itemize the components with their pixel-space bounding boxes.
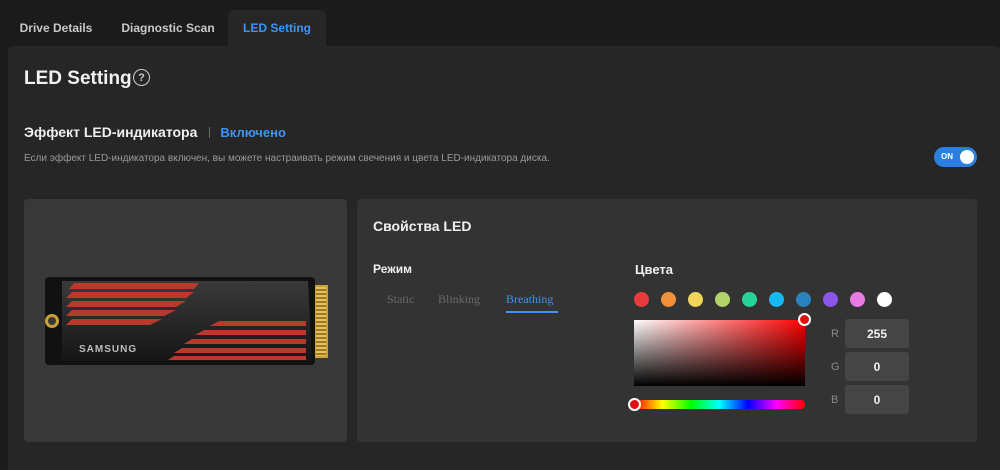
color-swatch[interactable] [661,292,676,307]
mode-title: Режим [373,262,412,276]
color-swatch[interactable] [769,292,784,307]
led-effect-toggle[interactable]: ON [934,147,977,167]
color-swatch[interactable] [688,292,703,307]
ssd-image: SAMSUNG [45,277,328,365]
led-effect-row: Эффект LED-индикатора Включено [24,124,286,140]
hue-slider[interactable] [634,400,805,409]
tab-drive-details[interactable]: Drive Details [10,10,102,46]
color-swatch[interactable] [715,292,730,307]
b-label: B [831,394,839,406]
color-swatch[interactable] [877,292,892,307]
help-icon[interactable]: ? [133,69,150,86]
tab-led-setting[interactable]: LED Setting [228,10,326,46]
mode-blinking[interactable]: Blinking [438,292,480,307]
toggle-knob [960,150,974,164]
led-effect-description: Если эффект LED-индикатора включен, вы м… [24,153,550,164]
led-properties-title: Свойства LED [373,218,472,234]
ssd-connector-pins [316,287,326,356]
colors-title: Цвета [635,262,673,277]
ssd-image-card: SAMSUNG [24,199,347,442]
r-input[interactable]: 255 [845,319,909,348]
divider [209,126,211,138]
mode-selected-indicator [506,311,558,313]
color-swatch[interactable] [823,292,838,307]
b-input[interactable]: 0 [845,385,909,414]
r-label: R [831,328,839,340]
g-input[interactable]: 0 [845,352,909,381]
led-effect-status: Включено [220,124,286,140]
color-swatch[interactable] [742,292,757,307]
page-title: LED Setting [24,68,132,89]
mode-static[interactable]: Static [387,292,414,307]
color-picker-area[interactable] [634,320,805,386]
mode-breathing[interactable]: Breathing [506,292,553,307]
color-swatch[interactable] [850,292,865,307]
led-effect-label: Эффект LED-индикатора [24,124,198,140]
color-picker-handle[interactable] [798,313,811,326]
hue-slider-handle[interactable] [628,398,641,411]
color-swatch[interactable] [634,292,649,307]
tab-diagnostic-scan[interactable]: Diagnostic Scan [114,10,222,46]
ssd-brand-label: SAMSUNG [79,344,137,355]
color-swatch[interactable] [796,292,811,307]
tab-bar: Drive Details Diagnostic Scan LED Settin… [0,0,1000,46]
toggle-label: ON [941,152,953,161]
g-label: G [831,361,840,373]
